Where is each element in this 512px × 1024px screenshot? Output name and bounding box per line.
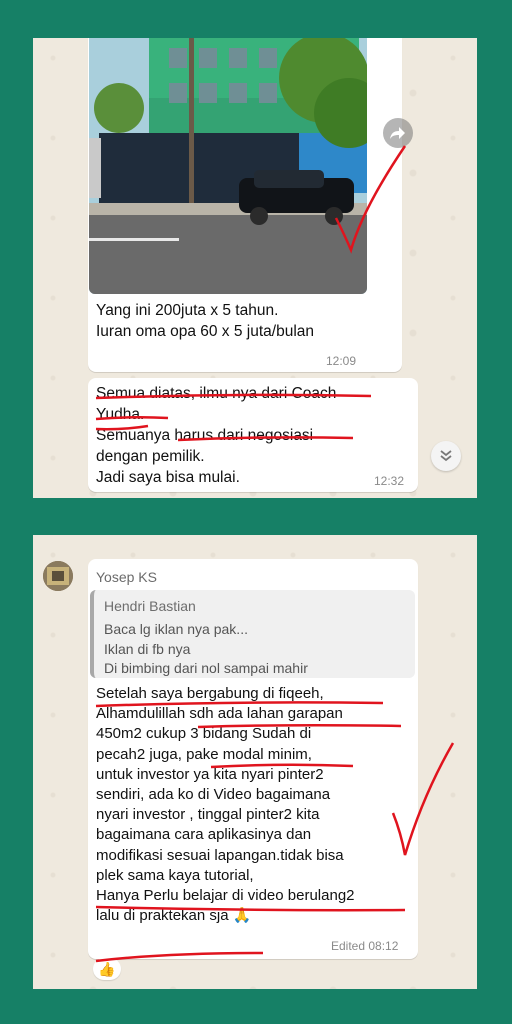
forward-button[interactable] [383, 118, 413, 148]
message-time: 12:32 [374, 474, 405, 488]
message-text: Semua diatas, ilmu nya dari Coach Yudha.… [96, 385, 337, 486]
reaction-thumbs-up[interactable]: 👍 [93, 958, 121, 980]
text-message-bubble[interactable]: Semua diatas, ilmu nya dari Coach Yudha.… [88, 378, 418, 492]
scroll-down-button[interactable] [431, 441, 461, 471]
chat-panel-bottom: Yosep KS Hendri Bastian Baca lg iklan ny… [33, 535, 477, 989]
double-chevron-down-icon [440, 450, 452, 462]
avatar-image [43, 561, 73, 591]
quoted-message[interactable]: Hendri Bastian Baca lg iklan nya pak... … [90, 590, 415, 678]
building-photo[interactable] [89, 38, 367, 294]
chat-panel-top: Yang ini 200juta x 5 tahun. Iuran oma op… [33, 38, 477, 498]
avatar[interactable] [43, 561, 73, 591]
quote-text: Baca lg iklan nya pak... Iklan di fb nya… [104, 621, 308, 676]
image-message-bubble[interactable]: Yang ini 200juta x 5 tahun. Iuran oma op… [88, 38, 402, 372]
message-text: Setelah saya bergabung di fiqeeh, Alhamd… [96, 685, 355, 925]
message-text: Yang ini 200juta x 5 tahun. Iuran oma op… [96, 302, 315, 340]
forward-icon [390, 127, 405, 139]
sender-name[interactable]: Yosep KS [96, 569, 157, 585]
building-photo-illustration [89, 38, 367, 294]
message-time: Edited 08:12 [331, 939, 399, 953]
quote-author: Hendri Bastian [104, 598, 196, 614]
message-time: 12:09 [326, 354, 357, 368]
